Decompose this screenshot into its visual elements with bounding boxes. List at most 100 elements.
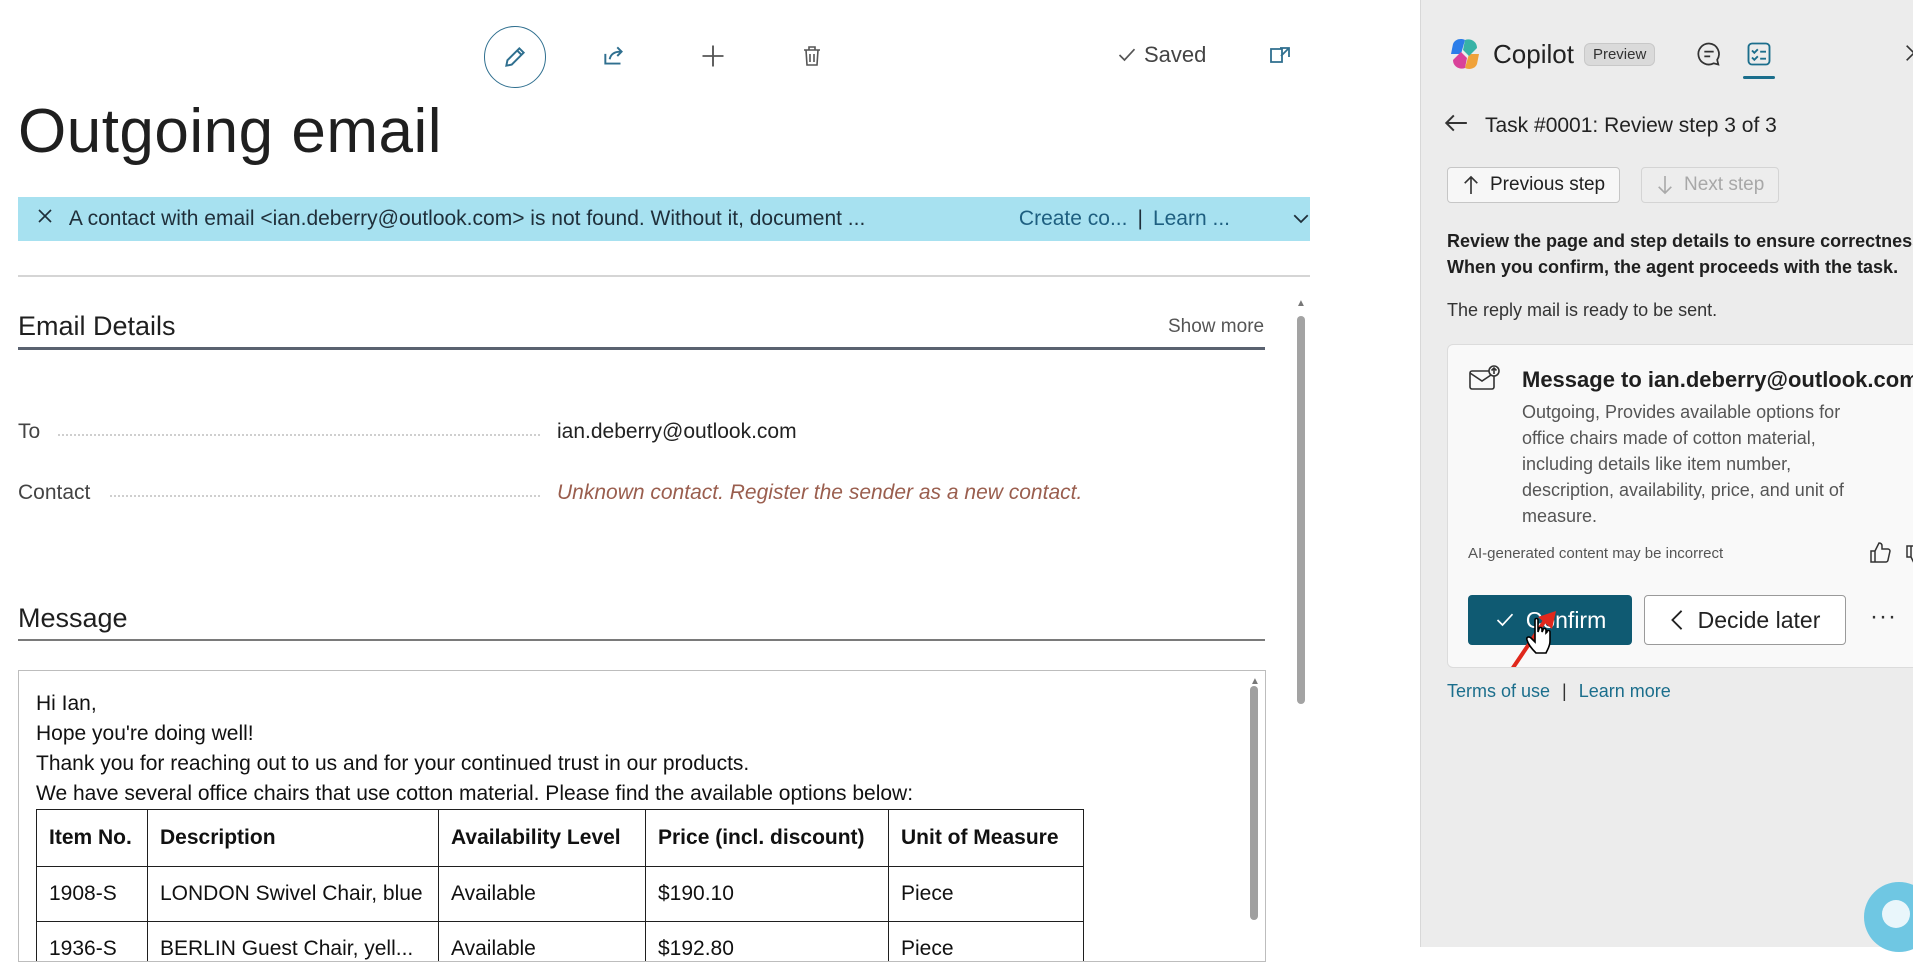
next-step-label: Next step xyxy=(1684,174,1764,196)
check-icon xyxy=(1116,45,1138,65)
new-button[interactable] xyxy=(697,40,729,72)
to-label: To xyxy=(18,420,40,444)
message-line: Hope you're doing well! xyxy=(36,719,913,749)
arrow-down-icon xyxy=(1656,175,1674,195)
message-line: Thank you for reaching out to us and for… xyxy=(36,749,913,779)
preview-badge: Preview xyxy=(1584,43,1655,66)
learn-more-link[interactable]: Learn more xyxy=(1579,681,1671,702)
thumbs-up-button[interactable] xyxy=(1868,541,1892,570)
pencil-icon xyxy=(502,44,528,70)
footer-links: Terms of use | Learn more xyxy=(1447,681,1671,702)
previous-step-button[interactable]: Previous step xyxy=(1447,167,1620,203)
to-value[interactable]: ian.deberry@outlook.com xyxy=(557,420,797,444)
column-header: Unit of Measure xyxy=(889,810,1084,867)
thumbs-down-button[interactable] xyxy=(1904,543,1913,572)
record-page: Saved Outgoing email A contact with emai… xyxy=(0,0,1420,947)
contact-value[interactable]: Unknown contact. Register the sender as … xyxy=(557,481,1082,505)
arrow-up-icon xyxy=(1462,175,1480,195)
saved-label: Saved xyxy=(1144,42,1206,68)
task-header: Task #0001: Review step 3 of 3 xyxy=(1443,112,1777,140)
saved-status: Saved xyxy=(1116,42,1206,68)
previous-step-label: Previous step xyxy=(1490,174,1605,196)
column-header: Item No. xyxy=(37,810,148,867)
copilot-logo-icon xyxy=(1447,36,1483,72)
close-icon xyxy=(36,207,54,225)
page-scrollbar[interactable] xyxy=(1297,316,1305,704)
review-instructions: Review the page and step details to ensu… xyxy=(1447,228,1913,280)
banner-message: A contact with email <ian.deberry@outloo… xyxy=(69,207,981,231)
message-line: Hi Ian, xyxy=(36,689,913,719)
table-cell: 1908-S xyxy=(37,867,148,922)
table-cell: Available xyxy=(439,922,646,962)
table-cell: BERLIN Guest Chair, yell... xyxy=(148,922,439,962)
plus-icon xyxy=(699,42,727,70)
close-pane-button[interactable] xyxy=(1903,42,1913,69)
page-title: Outgoing email xyxy=(18,96,442,167)
divider xyxy=(18,275,1310,277)
mail-send-icon xyxy=(1468,365,1500,393)
ready-text: The reply mail is ready to be sent. xyxy=(1447,300,1717,321)
back-button[interactable] xyxy=(1443,112,1469,140)
tasks-tab[interactable] xyxy=(1745,40,1773,73)
banner-learn-link[interactable]: Learn ... xyxy=(1153,207,1230,231)
email-details-heading[interactable]: Email Details xyxy=(18,311,176,342)
leader-dots xyxy=(110,493,540,497)
dismiss-banner-button[interactable] xyxy=(36,207,69,231)
create-contact-link[interactable]: Create co... xyxy=(1019,207,1128,231)
open-new-window-button[interactable] xyxy=(1264,40,1296,72)
thumbs-up-icon xyxy=(1868,541,1892,565)
message-line: We have several office chairs that use c… xyxy=(36,779,913,809)
copilot-pane: Copilot Preview Task #0001: Review step … xyxy=(1420,0,1913,947)
chevron-left-icon xyxy=(1670,609,1684,631)
column-header: Availability Level xyxy=(439,810,646,867)
footer-separator: | xyxy=(1562,681,1567,702)
message-card: Message to ian.deberry@outlook.com Outgo… xyxy=(1447,344,1913,668)
open-in-new-icon xyxy=(1266,44,1294,68)
share-button[interactable] xyxy=(598,40,630,72)
show-more-link[interactable]: Show more xyxy=(1168,316,1264,338)
arrow-left-icon xyxy=(1443,112,1469,134)
message-scrollbar[interactable] xyxy=(1250,686,1258,920)
more-options-button[interactable]: ··· xyxy=(1870,603,1897,631)
checklist-icon xyxy=(1745,40,1773,68)
task-title: Task #0001: Review step 3 of 3 xyxy=(1485,114,1777,138)
close-icon xyxy=(1903,42,1913,64)
section-divider xyxy=(18,639,1265,641)
table-cell: Available xyxy=(439,867,646,922)
table-cell: $192.80 xyxy=(646,922,889,962)
card-title: Message to ian.deberry@outlook.com xyxy=(1522,367,1913,393)
table-cell: LONDON Swivel Chair, blue xyxy=(148,867,439,922)
review-line: Review the page and step details to ensu… xyxy=(1447,228,1913,254)
message-heading[interactable]: Message xyxy=(18,603,128,634)
decide-later-button[interactable]: Decide later xyxy=(1644,595,1846,645)
card-description: Outgoing, Provides available options for… xyxy=(1522,399,1862,529)
decide-later-label: Decide later xyxy=(1698,607,1821,634)
expand-banner-button[interactable] xyxy=(1292,207,1310,231)
terms-of-use-link[interactable]: Terms of use xyxy=(1447,681,1550,702)
next-step-button[interactable]: Next step xyxy=(1641,167,1779,203)
table-cell: Piece xyxy=(889,867,1084,922)
table-row: 1936-S BERLIN Guest Chair, yell... Avail… xyxy=(37,922,1084,962)
message-body-editor[interactable]: Hi Ian, Hope you're doing well! Thank yo… xyxy=(18,670,1266,962)
delete-button[interactable] xyxy=(796,40,828,72)
copilot-title: Copilot xyxy=(1493,39,1574,70)
message-lines: Hi Ian, Hope you're doing well! Thank yo… xyxy=(36,689,913,809)
table-cell: $190.10 xyxy=(646,867,889,922)
table-header-row: Item No. Description Availability Level … xyxy=(37,810,1084,867)
copilot-header: Copilot Preview xyxy=(1447,36,1655,72)
leader-dots xyxy=(58,432,540,436)
table-cell: 1936-S xyxy=(37,922,148,962)
section-divider xyxy=(18,347,1265,350)
column-header: Price (incl. discount) xyxy=(646,810,889,867)
review-line: When you confirm, the agent proceeds wit… xyxy=(1447,254,1913,280)
chat-icon xyxy=(1695,40,1723,68)
contact-label: Contact xyxy=(18,481,90,505)
banner-separator: | xyxy=(1137,207,1142,231)
chat-tab[interactable] xyxy=(1695,40,1723,73)
edit-button[interactable] xyxy=(484,26,546,88)
column-header: Description xyxy=(148,810,439,867)
scroll-up-arrow[interactable]: ▲ xyxy=(1296,298,1306,309)
items-table: Item No. Description Availability Level … xyxy=(36,809,1084,962)
chevron-down-icon xyxy=(1292,213,1310,225)
active-tab-indicator xyxy=(1743,76,1775,79)
